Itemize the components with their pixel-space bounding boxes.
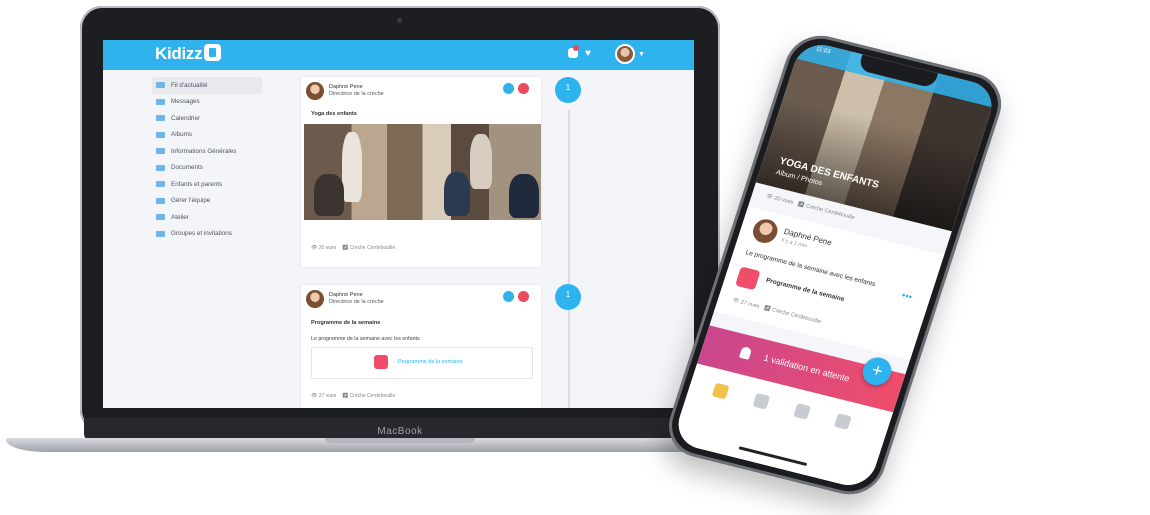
shared-with: Crèche Cerdebouille [771, 307, 822, 326]
sidebar-item-team[interactable]: Gérer l'équipe [152, 193, 262, 210]
photo-figure [470, 134, 492, 189]
sidebar-item-family[interactable]: Enfants et parents [152, 176, 262, 193]
delete-button[interactable] [518, 83, 529, 94]
groups-icon [156, 230, 165, 237]
sidebar-item-label: Fil d'actualité [171, 81, 208, 89]
sidebar-item-label: Gérer l'équipe [171, 197, 211, 205]
sidebar-item-label: Enfants et parents [171, 180, 223, 188]
shared-with: Crèche Cerdebouille [349, 245, 396, 251]
post-author: Daphné Pene [329, 84, 363, 90]
post-title: Programme de la semaine [311, 320, 381, 326]
sidebar-item-label: Messages [171, 98, 200, 106]
calendar-icon [156, 115, 165, 122]
tab-albums-icon[interactable] [833, 413, 852, 430]
post-author: Daphné Pene [329, 292, 363, 298]
edit-button[interactable] [503, 291, 514, 302]
post-role: Directrice de la crèche [329, 91, 384, 97]
views-count: 27 vues [318, 393, 337, 399]
post-title: Yoga des enfants [311, 111, 357, 117]
sidebar: Fil d'actualité Messages Calendrier Albu… [152, 77, 262, 242]
feed-post: Daphné Pene Directrice de la crèche Yoga… [301, 77, 541, 267]
sidebar-item-documents[interactable]: Documents [152, 160, 262, 177]
attachment-link[interactable]: Programme de la semaine [765, 277, 845, 303]
attachment-card[interactable]: Programme de la semaine [311, 347, 533, 379]
sidebar-item-albums[interactable]: Albums [152, 127, 262, 144]
avatar [306, 290, 324, 308]
post-meta: 👁 27 vues ↗ Crèche Cerdebouille [731, 297, 822, 326]
post-photo[interactable] [304, 124, 541, 220]
delete-button[interactable] [518, 291, 529, 302]
timeline-badge: 1 [555, 284, 581, 310]
camera-icon [397, 18, 402, 23]
laptop-notch [325, 438, 475, 443]
messages-icon [156, 98, 165, 105]
heart-icon [374, 355, 388, 369]
tab-calendar-icon[interactable] [793, 403, 812, 420]
sidebar-item-label: Groupes et invitations [171, 230, 232, 238]
chevron-down-icon[interactable]: ▼ [638, 51, 645, 58]
news-icon [156, 82, 165, 89]
photo-figure [314, 174, 344, 216]
info-icon [156, 148, 165, 155]
sidebar-item-info[interactable]: Informations Générales [152, 143, 262, 160]
views-count: 20 vues [773, 195, 794, 206]
family-icon [156, 181, 165, 188]
post-text: Le programme de la semaine avec les enfa… [311, 336, 420, 342]
bell-icon [738, 346, 753, 360]
views-count: 27 vues [739, 299, 761, 310]
heart-icon[interactable]: ♥ [585, 48, 591, 59]
laptop-screen: Kidizz ♥ ▼ Fil d'actualité Messages Cale… [103, 40, 694, 408]
brand-logo[interactable]: Kidizz [155, 44, 222, 64]
notification-badge [573, 45, 579, 51]
shared-with: Crèche Cerdebouille [349, 393, 396, 399]
timeline-line [568, 110, 570, 408]
sidebar-item-label: Informations Générales [171, 147, 237, 155]
tab-home-icon[interactable] [711, 382, 730, 400]
sidebar-item-label: Albums [171, 131, 192, 139]
workshop-icon [156, 214, 165, 221]
sidebar-item-label: Atelier [171, 213, 189, 221]
app-topbar: Kidizz ♥ ▼ [103, 40, 694, 70]
avatar [306, 82, 324, 100]
more-icon[interactable]: ••• [900, 290, 914, 303]
sidebar-item-news[interactable]: Fil d'actualité [152, 77, 262, 94]
albums-icon [156, 131, 165, 138]
timeline-badge: 1 [555, 77, 581, 103]
sidebar-item-label: Documents [171, 164, 203, 172]
brand-badge-icon [204, 44, 222, 61]
shared-with: Crèche Cerdebouille [804, 203, 856, 222]
documents-icon [156, 164, 165, 171]
tab-messages-icon[interactable] [752, 392, 771, 410]
feed-post: Daphné Pene Directrice de la crèche Prog… [301, 285, 541, 408]
post-meta: 👁 20 vues ↗ Crèche Cerdebouille [311, 245, 396, 251]
heart-icon [735, 266, 761, 291]
sidebar-item-calendar[interactable]: Calendrier [152, 110, 262, 127]
attachment-link[interactable]: Programme de la semaine [398, 359, 463, 365]
sidebar-item-messages[interactable]: Messages [152, 94, 262, 111]
avatar [749, 216, 781, 246]
sidebar-item-groups[interactable]: Groupes et invitations [152, 226, 262, 243]
post-role: Directrice de la crèche [329, 299, 384, 305]
team-icon [156, 197, 165, 204]
post-meta: 👁 27 vues ↗ Crèche Cerdebouille [311, 393, 396, 399]
views-count: 20 vues [318, 245, 337, 251]
pending-text: 1 validation en attente [762, 352, 852, 384]
sidebar-item-label: Calendrier [171, 114, 201, 122]
user-avatar[interactable] [615, 44, 635, 64]
edit-button[interactable] [503, 83, 514, 94]
photo-figure [444, 172, 470, 216]
photo-figure [509, 174, 539, 218]
sidebar-item-workshop[interactable]: Atelier [152, 209, 262, 226]
photo-figure [342, 132, 362, 202]
